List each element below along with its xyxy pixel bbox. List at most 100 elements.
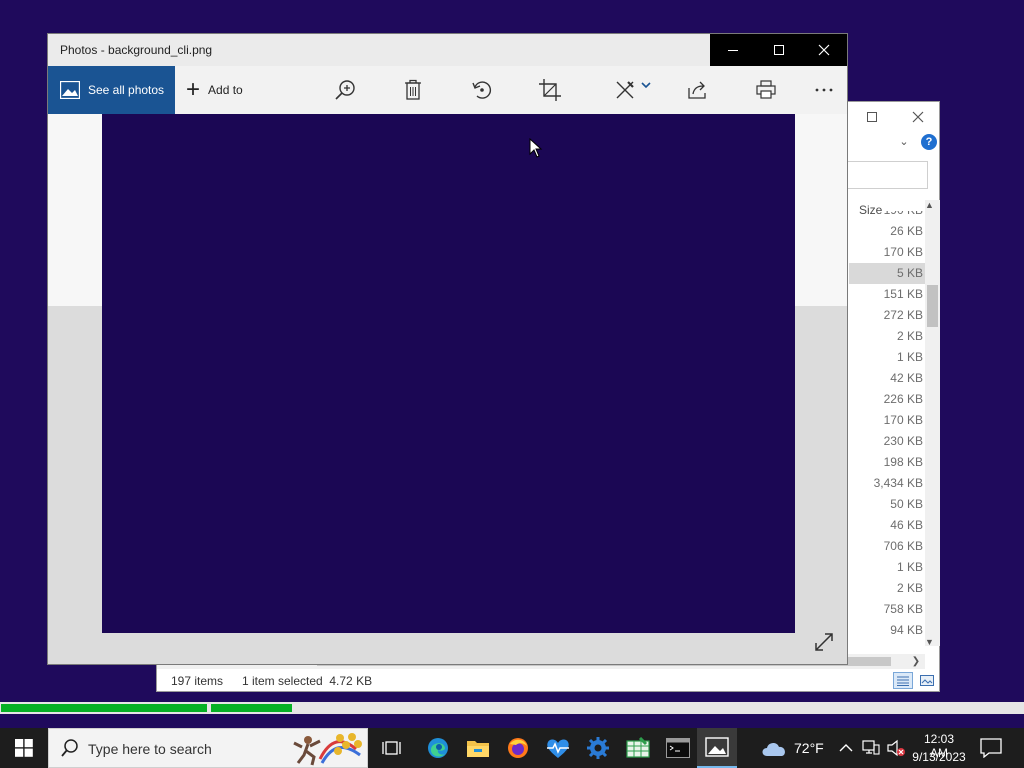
spreadsheet-icon <box>626 737 650 758</box>
file-size-cell[interactable]: 758 KB <box>849 599 925 620</box>
search-icon <box>61 739 78 757</box>
scroll-right-arrow-icon[interactable]: ❯ <box>909 654 923 669</box>
file-size-cell[interactable]: 42 KB <box>849 368 925 389</box>
file-size-cell[interactable]: 1 KB <box>849 347 925 368</box>
scroll-up-arrow-icon[interactable]: ▲ <box>925 200 937 212</box>
file-size-cell[interactable]: 46 KB <box>849 515 925 536</box>
file-size-cell[interactable]: 151 KB <box>849 284 925 305</box>
file-size-cell[interactable]: 3,434 KB <box>849 473 925 494</box>
task-view-icon <box>382 741 401 755</box>
more-options-button[interactable] <box>804 66 844 114</box>
rotate-icon <box>472 81 492 99</box>
close-button[interactable] <box>895 102 941 132</box>
see-all-photos-button[interactable]: See all photos <box>48 66 175 114</box>
delete-button[interactable] <box>393 66 433 114</box>
file-size-cell[interactable]: 170 KB <box>849 410 925 431</box>
print-button[interactable] <box>746 66 786 114</box>
spreadsheet-app-button[interactable] <box>618 728 658 768</box>
edge-browser-button[interactable] <box>418 728 458 768</box>
weather-widget[interactable]: 72°F <box>760 728 830 768</box>
file-size-cell[interactable]: 706 KB <box>849 536 925 557</box>
add-to-button[interactable]: + Add to <box>186 66 256 114</box>
progress-bar-a <box>1 704 207 712</box>
printer-icon <box>756 80 776 99</box>
crop-icon <box>539 79 561 101</box>
file-size-cell[interactable]: 170 KB <box>849 242 925 263</box>
task-view-button[interactable] <box>372 728 412 768</box>
gear-app-icon <box>587 737 609 759</box>
windows-logo-icon <box>15 739 33 757</box>
expand-diagonal-icon <box>815 633 833 651</box>
photos-window[interactable]: Photos - background_cli.png See all phot… <box>47 33 848 665</box>
firefox-icon <box>508 738 528 758</box>
weather-temperature: 72°F <box>794 740 824 756</box>
settings-app-button[interactable] <box>578 728 618 768</box>
large-icons-view-button[interactable] <box>917 672 937 689</box>
progress-bar-a-fill <box>1 704 207 712</box>
photo-gallery-icon <box>60 81 80 99</box>
volume-muted-icon[interactable] <box>886 739 906 757</box>
file-size-cell[interactable]: 2 KB <box>849 578 925 599</box>
file-size-cell[interactable]: 230 KB <box>849 431 925 452</box>
more-dots-icon <box>815 88 833 92</box>
show-hidden-icons-chevron-icon[interactable] <box>838 740 854 756</box>
file-size-cell[interactable]: 272 KB <box>849 305 925 326</box>
large-icons-view-icon <box>920 675 934 686</box>
minimize-icon <box>727 50 738 51</box>
chevron-down-icon <box>641 82 651 89</box>
search-input[interactable] <box>847 161 928 189</box>
clock-date[interactable]: 9/13/2023 <box>910 750 968 764</box>
photos-app-button[interactable] <box>697 728 737 768</box>
share-button[interactable] <box>678 66 718 114</box>
fullscreen-button[interactable] <box>812 630 836 654</box>
start-button[interactable] <box>0 728 48 768</box>
file-size-cell[interactable]: 94 KB <box>849 620 925 641</box>
scroll-down-arrow-icon[interactable]: ▼ <box>925 637 937 649</box>
window-controls <box>710 34 847 66</box>
close-icon <box>818 44 830 56</box>
file-explorer-button[interactable] <box>458 728 498 768</box>
firefox-button[interactable] <box>498 728 538 768</box>
file-size-cell[interactable]: 226 KB <box>849 389 925 410</box>
terminal-button[interactable] <box>658 728 698 768</box>
folder-icon <box>467 741 489 757</box>
status-item-count: 197 items <box>171 674 224 688</box>
terminal-icon <box>666 738 690 758</box>
rotate-button[interactable] <box>462 66 502 114</box>
restore-button[interactable] <box>849 102 895 132</box>
search-highlight-illustration-icon <box>293 733 362 766</box>
file-size-cell[interactable]: 50 KB <box>849 494 925 515</box>
minimize-button[interactable] <box>710 34 756 66</box>
crop-button[interactable] <box>530 66 570 114</box>
displayed-image[interactable] <box>102 114 795 633</box>
heart-pulse-icon <box>547 739 569 758</box>
zoom-button[interactable] <box>326 66 366 114</box>
network-icon[interactable] <box>862 740 880 756</box>
trash-icon <box>405 79 421 100</box>
zoom-in-icon <box>335 80 355 100</box>
photos-icon <box>705 737 729 757</box>
action-center-icon[interactable] <box>980 738 1002 758</box>
vertical-scrollbar[interactable] <box>925 200 940 646</box>
see-all-photos-label: See all photos <box>88 83 165 97</box>
close-button[interactable] <box>801 34 847 66</box>
file-size-cell[interactable]: 190 KB <box>849 211 925 221</box>
close-icon <box>912 111 924 123</box>
edit-tools-icon <box>616 81 634 99</box>
file-size-cell[interactable]: 5 KB <box>849 263 925 284</box>
cloud-icon <box>762 742 785 756</box>
details-view-button[interactable] <box>893 672 913 689</box>
vertical-scrollbar-thumb[interactable] <box>927 285 938 327</box>
file-size-cell[interactable]: 1 KB <box>849 557 925 578</box>
file-size-cell[interactable]: 26 KB <box>849 221 925 242</box>
file-size-cell[interactable]: 198 KB <box>849 452 925 473</box>
file-size-cell[interactable]: 2 KB <box>849 326 925 347</box>
help-icon[interactable]: ? <box>921 134 937 150</box>
maximize-icon <box>773 45 784 55</box>
window-title: Photos - background_cli.png <box>60 43 213 57</box>
edit-and-create-button[interactable] <box>608 66 658 114</box>
health-monitor-button[interactable] <box>538 728 578 768</box>
add-to-label: Add to <box>208 83 243 97</box>
expand-ribbon-chevron-icon[interactable]: ⌄ <box>897 134 911 148</box>
maximize-button[interactable] <box>756 34 802 66</box>
